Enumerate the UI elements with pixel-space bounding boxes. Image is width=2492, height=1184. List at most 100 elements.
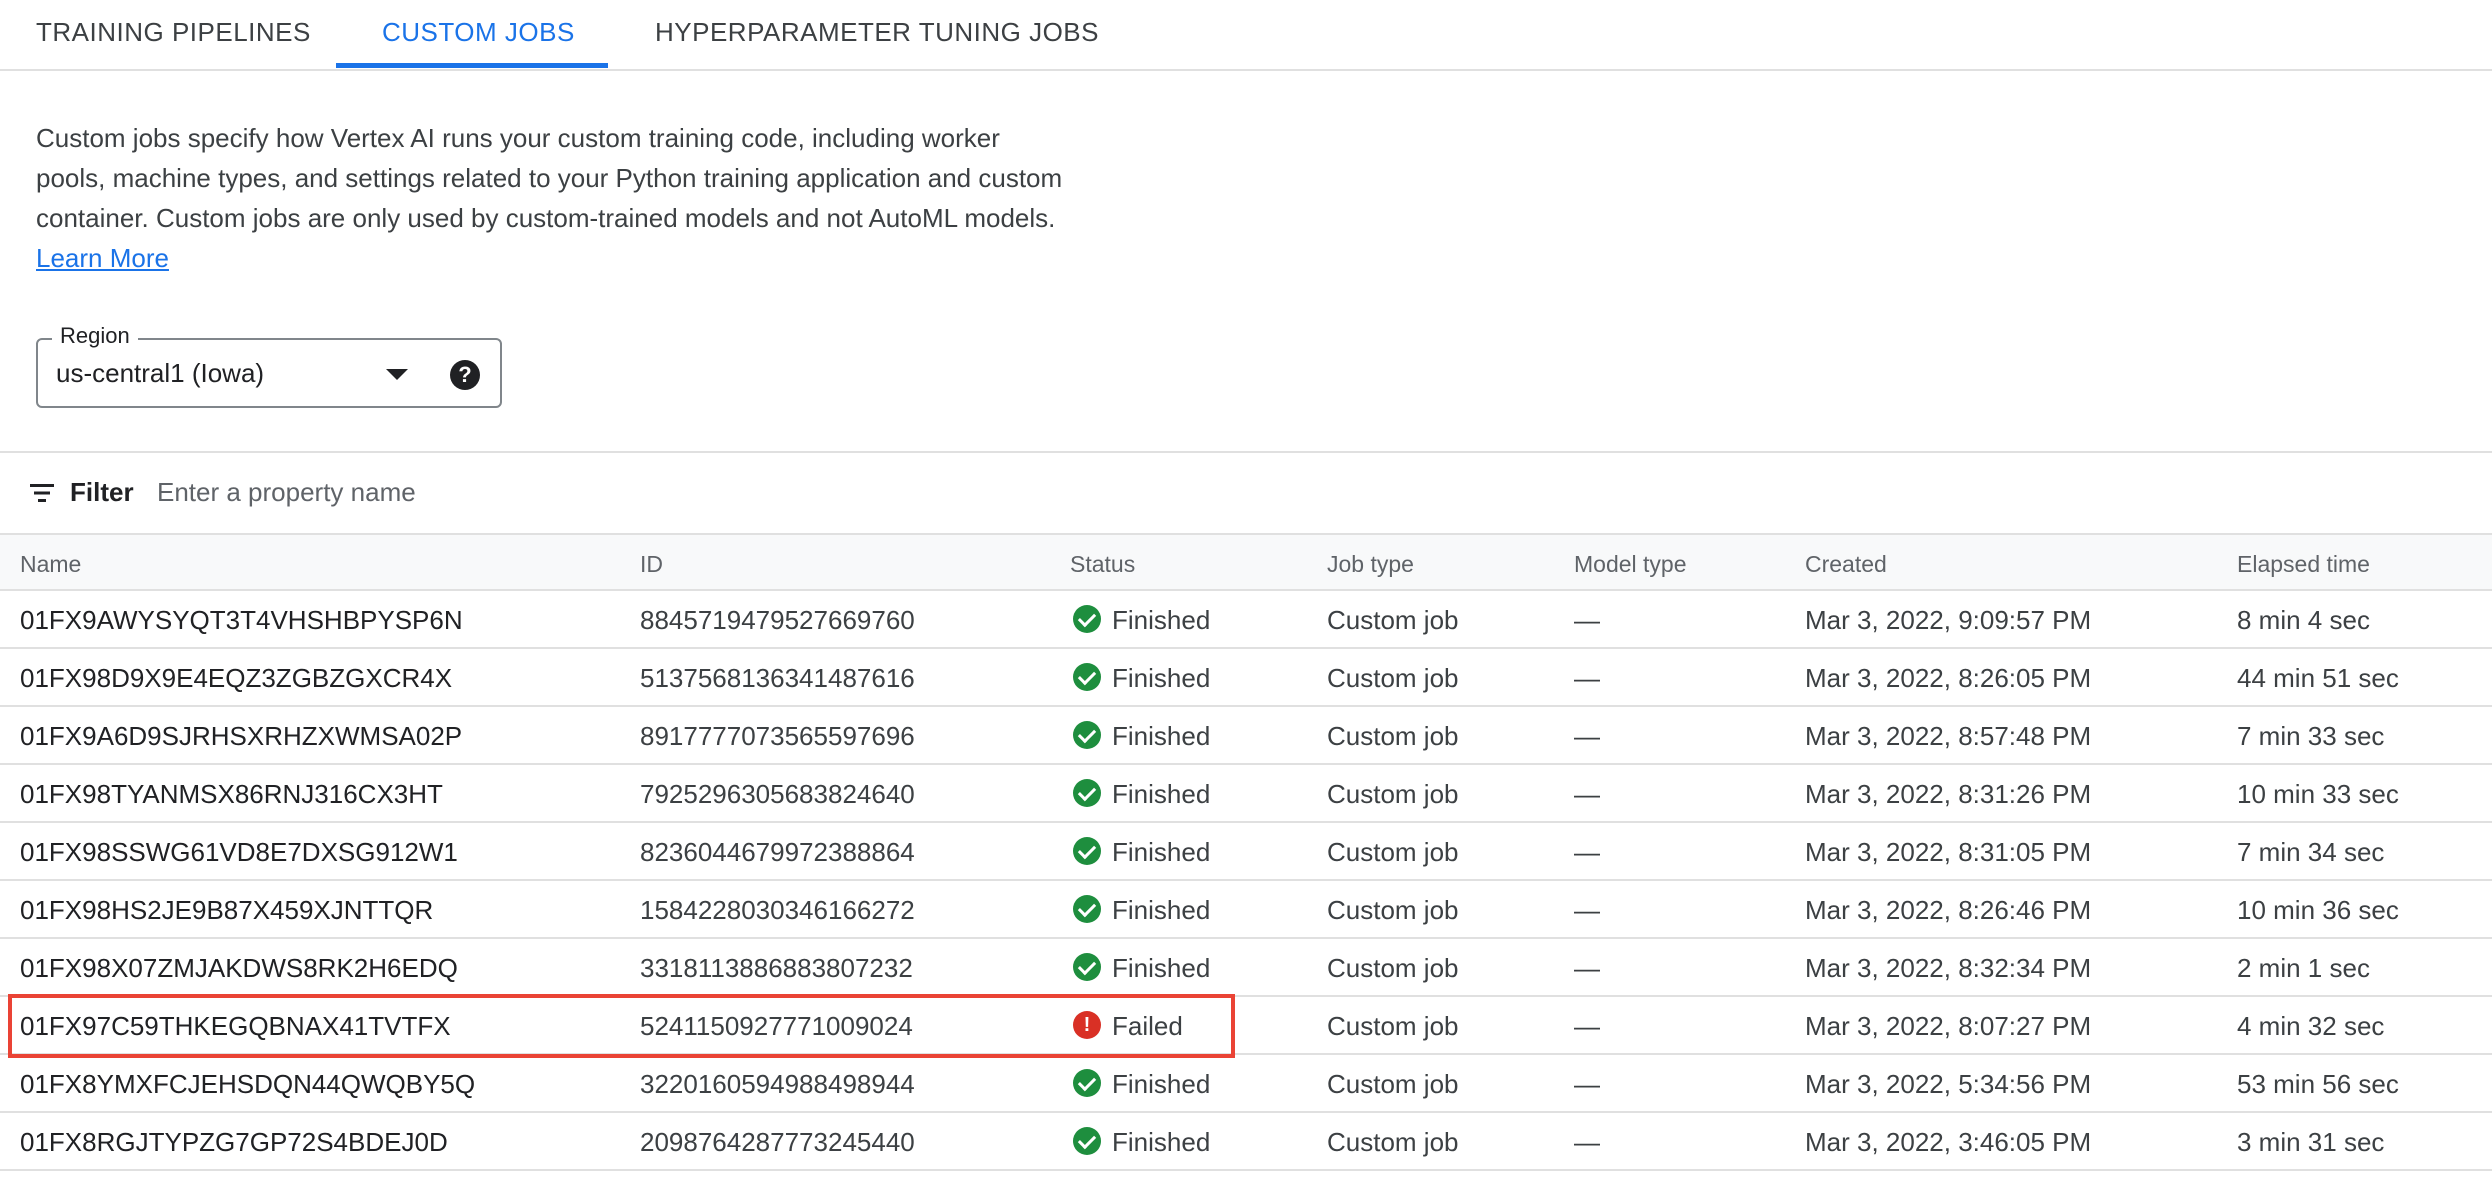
column-header-created[interactable]: Created [1805, 551, 1887, 578]
job-id: 8845719479527669760 [640, 605, 915, 635]
check-circle-icon [1073, 779, 1101, 807]
check-circle-icon [1073, 663, 1101, 691]
model-type: — [1574, 1069, 1600, 1099]
elapsed-time: 8 min 4 sec [2237, 605, 2370, 635]
tab-training-pipelines[interactable]: TRAINING PIPELINES [36, 0, 311, 67]
job-type: Custom job [1327, 953, 1459, 983]
created-time: Mar 3, 2022, 8:26:05 PM [1805, 663, 2092, 693]
status-text: Finished [1112, 953, 1211, 983]
elapsed-time: 2 min 1 sec [2237, 953, 2370, 983]
column-header-id[interactable]: ID [640, 551, 663, 578]
model-type: — [1574, 895, 1600, 925]
status-text: Finished [1112, 1127, 1211, 1157]
check-circle-icon [1073, 895, 1101, 923]
status-text: Finished [1112, 1069, 1211, 1099]
check-circle-icon [1073, 605, 1101, 633]
job-type: Custom job [1327, 1069, 1459, 1099]
job-id: 3318113886883807232 [640, 953, 913, 983]
check-circle-icon [1073, 837, 1101, 865]
created-time: Mar 3, 2022, 8:26:46 PM [1805, 895, 2092, 925]
active-tab-indicator [336, 63, 608, 68]
column-header-job-type[interactable]: Job type [1327, 551, 1414, 578]
job-name-link[interactable]: 01FX8YMXFCJEHSDQN44QWQBY5Q [20, 1069, 475, 1100]
filter-bar: Filter [0, 453, 2492, 533]
column-header-model-type[interactable]: Model type [1574, 551, 1687, 578]
created-time: Mar 3, 2022, 9:09:57 PM [1805, 605, 2092, 635]
tab-hyperparameter-tuning-jobs[interactable]: HYPERPARAMETER TUNING JOBS [655, 0, 1099, 67]
column-header-elapsed-time[interactable]: Elapsed time [2237, 551, 2370, 578]
table-row[interactable]: 01FX8RGJTYPZG7GP72S4BDEJ0D 20987642877732… [0, 1113, 2492, 1171]
column-header-name[interactable]: Name [20, 551, 81, 578]
learn-more-link[interactable]: Learn More [36, 243, 169, 273]
table-row[interactable]: 01FX98SSWG61VD8E7DXSG912W1 82360446799723… [0, 823, 2492, 881]
status-text: Finished [1112, 779, 1211, 809]
job-name-link[interactable]: 01FX98D9X9E4EQZ3ZGBZGXCR4X [20, 663, 452, 694]
status-text: Finished [1112, 605, 1211, 635]
job-id: 2098764287773245440 [640, 1127, 915, 1157]
job-id: 8236044679972388864 [640, 837, 915, 867]
elapsed-time: 4 min 32 sec [2237, 1011, 2385, 1041]
tab-custom-jobs[interactable]: CUSTOM JOBS [382, 0, 575, 67]
table-row[interactable]: 01FX8YMXFCJEHSDQN44QWQBY5Q 32201605949884… [0, 1055, 2492, 1113]
filter-input[interactable] [155, 473, 959, 511]
table-row[interactable]: 01FX98D9X9E4EQZ3ZGBZGXCR4X 51375681363414… [0, 649, 2492, 707]
column-header-status[interactable]: Status [1070, 551, 1135, 578]
table-row[interactable]: 01FX98TYANMSX86RNJ316CX3HT 79252963056838… [0, 765, 2492, 823]
job-type: Custom job [1327, 605, 1459, 635]
model-type: — [1574, 953, 1600, 983]
model-type: — [1574, 605, 1600, 635]
status-text: Failed [1112, 1011, 1183, 1041]
job-id: 8917777073565597696 [640, 721, 915, 751]
created-time: Mar 3, 2022, 8:32:34 PM [1805, 953, 2092, 983]
model-type: — [1574, 1011, 1600, 1041]
help-icon[interactable]: ? [450, 360, 480, 390]
tab-bar: TRAINING PIPELINES CUSTOM JOBS HYPERPARA… [0, 0, 2492, 71]
job-name-link[interactable]: 01FX98SSWG61VD8E7DXSG912W1 [20, 837, 458, 868]
created-time: Mar 3, 2022, 8:31:05 PM [1805, 837, 2092, 867]
job-id: 3220160594988498944 [640, 1069, 915, 1099]
table-row[interactable]: 01FX98X07ZMJAKDWS8RK2H6EDQ 33181138868838… [0, 939, 2492, 997]
status-text: Finished [1112, 721, 1211, 751]
table-row[interactable]: 01FX97C59THKEGQBNAX41TVTFX 52411509277710… [0, 997, 2492, 1055]
filter-label[interactable]: Filter [70, 477, 134, 508]
status-text: Finished [1112, 837, 1211, 867]
job-id: 7925296305683824640 [640, 779, 915, 809]
elapsed-time: 10 min 33 sec [2237, 779, 2399, 809]
table-row[interactable]: 01FX98HS2JE9B87X459XJNTTQR 15842280303461… [0, 881, 2492, 939]
region-label: Region [52, 323, 138, 349]
check-circle-icon [1073, 1127, 1101, 1155]
job-id: 1584228030346166272 [640, 895, 915, 925]
created-time: Mar 3, 2022, 8:31:26 PM [1805, 779, 2092, 809]
model-type: — [1574, 837, 1600, 867]
dropdown-caret-icon[interactable] [386, 369, 408, 380]
elapsed-time: 7 min 34 sec [2237, 837, 2385, 867]
model-type: — [1574, 663, 1600, 693]
job-name-link[interactable]: 01FX97C59THKEGQBNAX41TVTFX [20, 1011, 451, 1042]
model-type: — [1574, 1127, 1600, 1157]
elapsed-time: 10 min 36 sec [2237, 895, 2399, 925]
job-type: Custom job [1327, 837, 1459, 867]
job-type: Custom job [1327, 721, 1459, 751]
error-icon: ! [1073, 1011, 1101, 1039]
job-name-link[interactable]: 01FX8RGJTYPZG7GP72S4BDEJ0D [20, 1127, 448, 1158]
region-select[interactable]: Region us-central1 (Iowa) ? [36, 323, 502, 408]
job-type: Custom job [1327, 1011, 1459, 1041]
job-name-link[interactable]: 01FX98HS2JE9B87X459XJNTTQR [20, 895, 433, 926]
table-row[interactable]: 01FX9A6D9SJRHSXRHZXWMSA02P 89177770735655… [0, 707, 2492, 765]
table-header: Name ID Status Job type Model type Creat… [0, 533, 2492, 591]
elapsed-time: 3 min 31 sec [2237, 1127, 2385, 1157]
page-description: Custom jobs specify how Vertex AI runs y… [36, 118, 1076, 278]
check-circle-icon [1073, 953, 1101, 981]
table-row[interactable]: 01FX9AWYSYQT3T4VHSHBPYSP6N 88457194795276… [0, 591, 2492, 649]
job-name-link[interactable]: 01FX9A6D9SJRHSXRHZXWMSA02P [20, 721, 462, 752]
job-name-link[interactable]: 01FX98TYANMSX86RNJ316CX3HT [20, 779, 443, 810]
job-name-link[interactable]: 01FX9AWYSYQT3T4VHSHBPYSP6N [20, 605, 463, 636]
job-name-link[interactable]: 01FX98X07ZMJAKDWS8RK2H6EDQ [20, 953, 458, 984]
created-time: Mar 3, 2022, 8:07:27 PM [1805, 1011, 2092, 1041]
elapsed-time: 53 min 56 sec [2237, 1069, 2399, 1099]
job-type: Custom job [1327, 779, 1459, 809]
job-type: Custom job [1327, 1127, 1459, 1157]
elapsed-time: 44 min 51 sec [2237, 663, 2399, 693]
filter-icon[interactable] [28, 481, 56, 505]
elapsed-time: 7 min 33 sec [2237, 721, 2385, 751]
